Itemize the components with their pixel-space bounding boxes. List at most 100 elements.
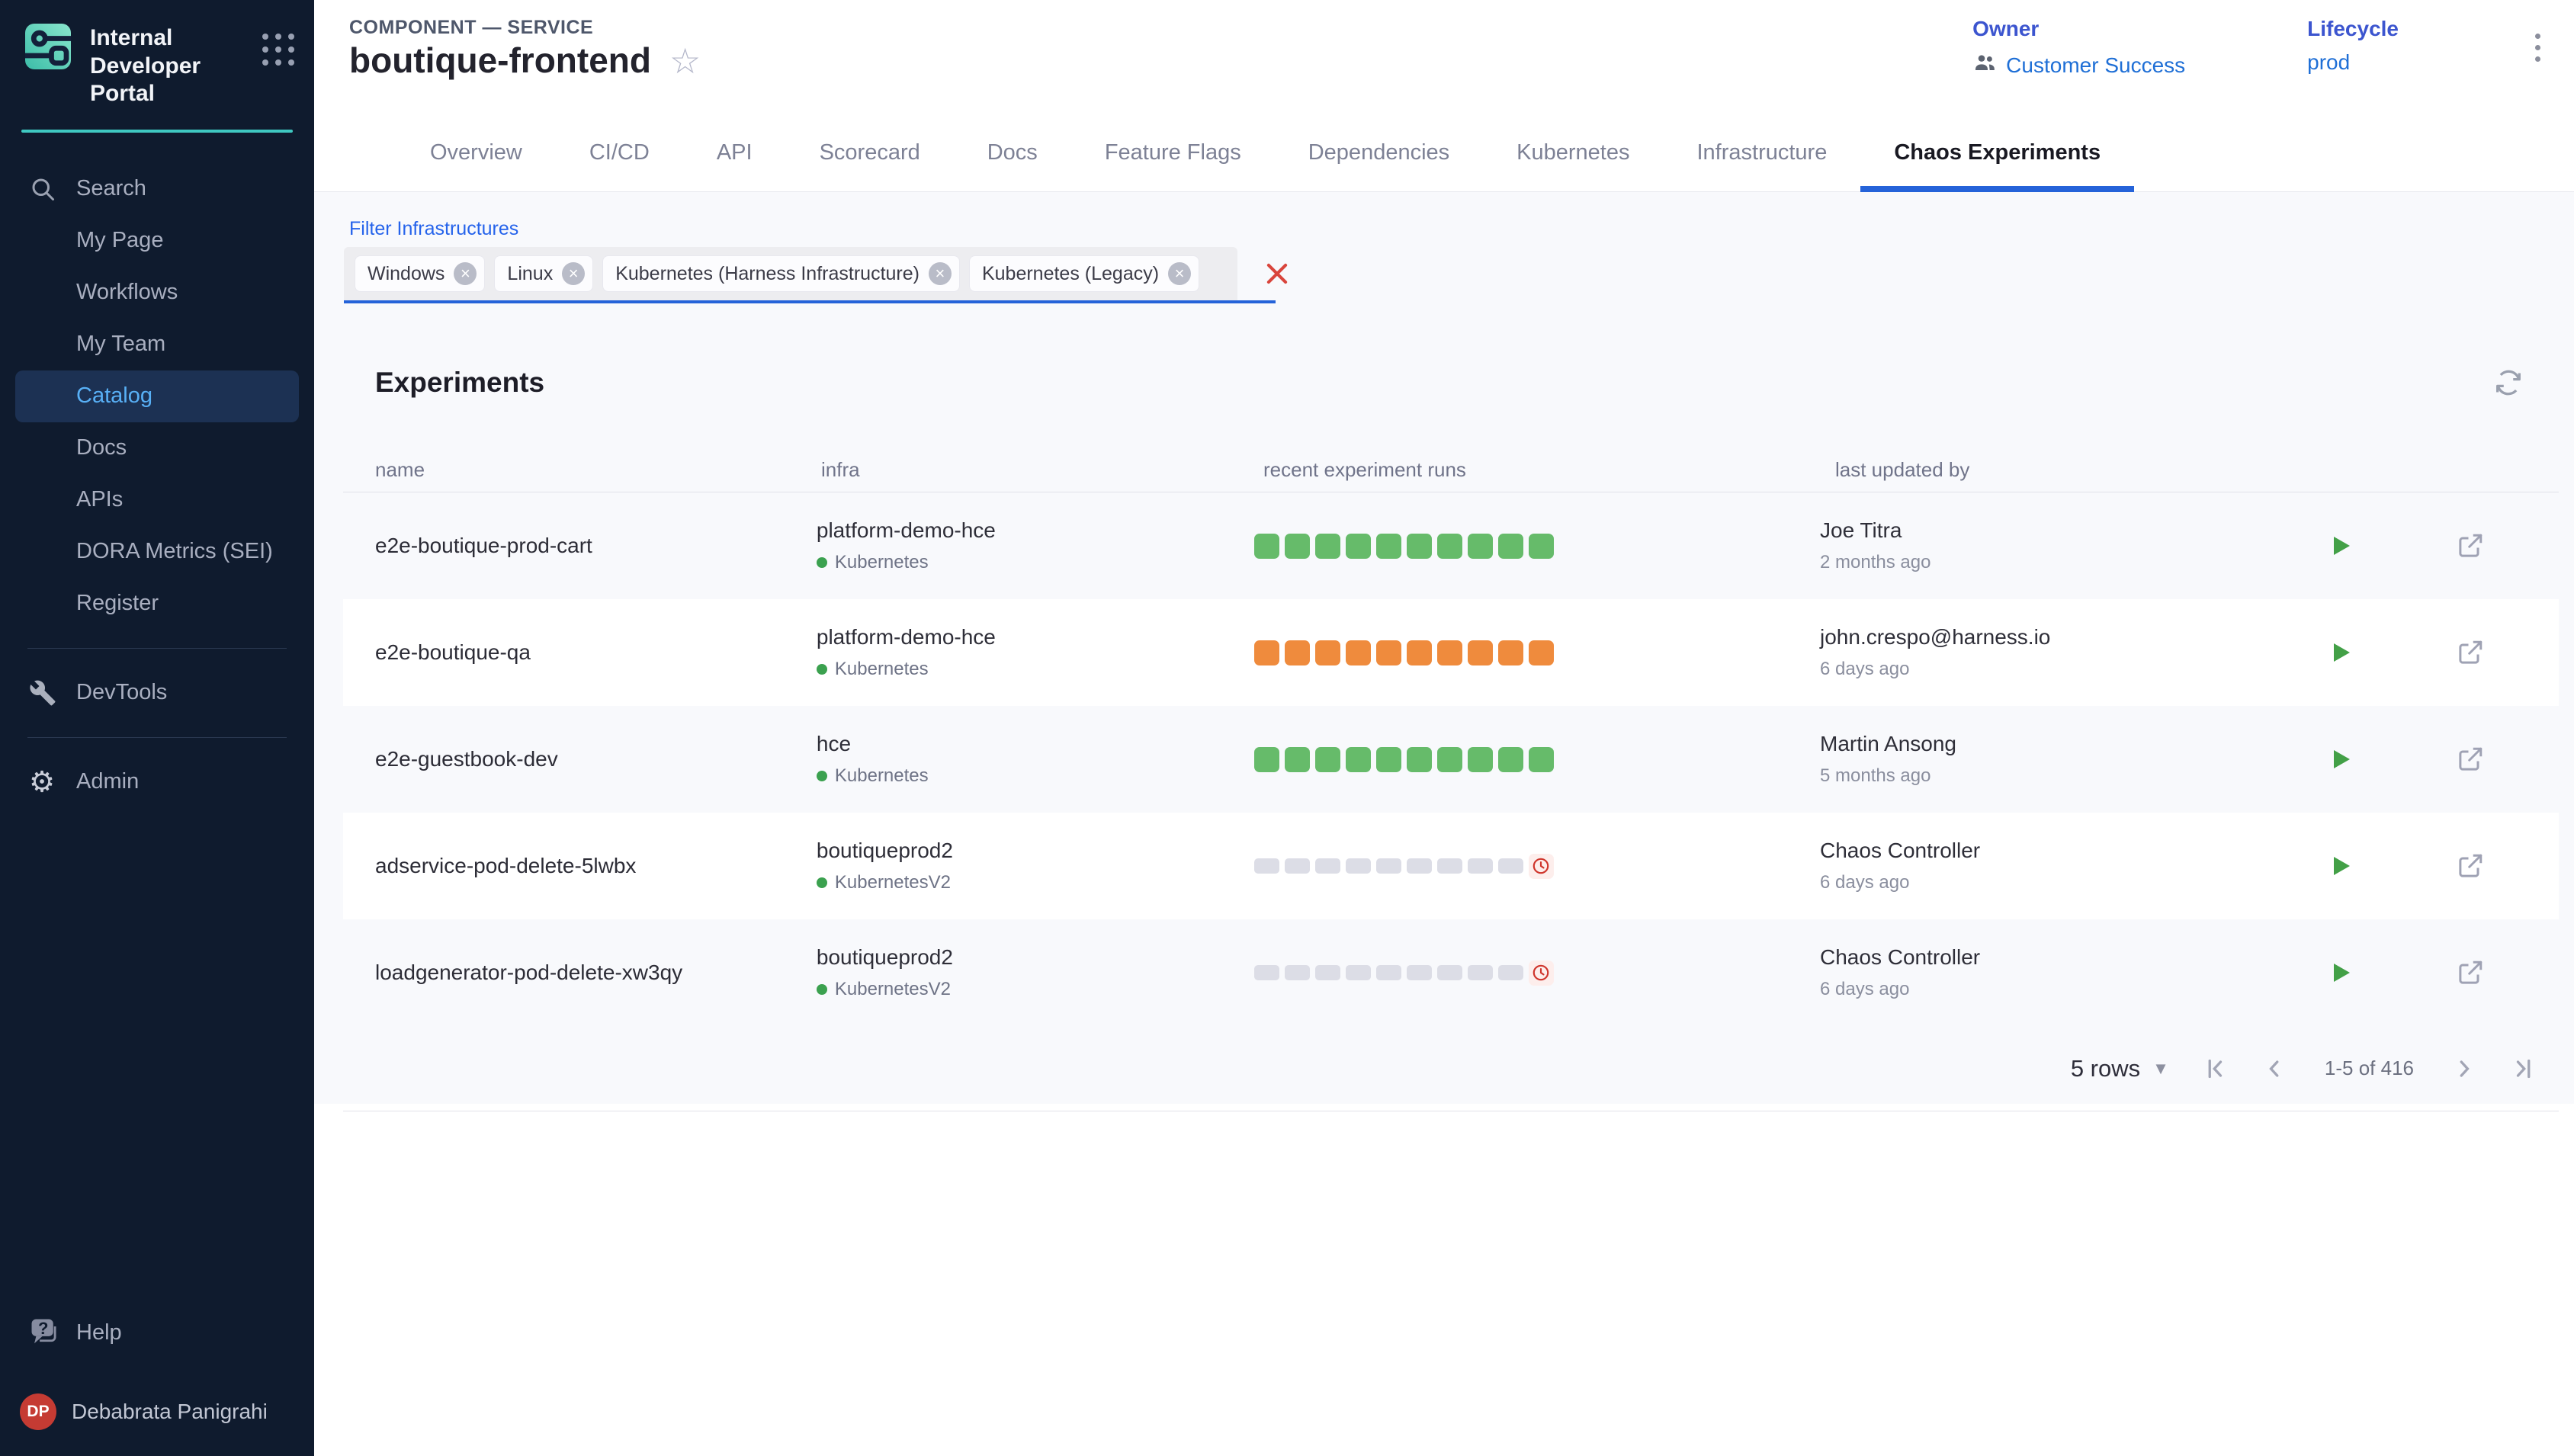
sidebar-item-register[interactable]: Register [15,578,299,630]
run-status-square[interactable] [1407,965,1432,980]
run-status-square[interactable] [1285,747,1310,772]
open-experiment-icon[interactable] [2455,957,2486,988]
chip-remove-icon[interactable]: × [929,262,952,285]
run-status-square[interactable] [1529,640,1554,665]
run-status-square[interactable] [1254,747,1279,772]
run-status-square[interactable] [1285,640,1310,665]
run-status-square[interactable] [1468,640,1493,665]
tab-feature-flags[interactable]: Feature Flags [1071,119,1275,192]
sidebar-item-workflows[interactable]: Workflows [15,267,299,319]
run-status-square[interactable] [1498,965,1523,980]
run-experiment-button[interactable] [2327,852,2354,880]
first-page-icon[interactable] [2201,1055,2229,1082]
run-pending-clock-icon[interactable] [1529,854,1554,879]
run-status-square[interactable] [1529,747,1554,772]
run-status-square[interactable] [1346,534,1371,559]
tab-infrastructure[interactable]: Infrastructure [1663,119,1860,192]
run-status-square[interactable] [1346,747,1371,772]
previous-page-icon[interactable] [2261,1055,2288,1082]
run-status-square[interactable] [1437,965,1462,980]
run-status-square[interactable] [1498,747,1523,772]
filter-infrastructures-label[interactable]: Filter Infrastructures [349,218,518,240]
sidebar-item-help[interactable]: ? Help [15,1307,299,1358]
run-status-square[interactable] [1285,858,1310,874]
run-status-square[interactable] [1315,858,1340,874]
run-status-square[interactable] [1285,534,1310,559]
sidebar-item-apis[interactable]: APIs [15,474,299,526]
run-status-square[interactable] [1315,640,1340,665]
run-status-square[interactable] [1376,640,1401,665]
owner-link[interactable]: Customer Success [1972,50,2185,80]
run-experiment-button[interactable] [2327,959,2354,986]
sidebar-item-docs[interactable]: Docs [15,422,299,474]
run-status-square[interactable] [1468,965,1493,980]
sidebar-item-search[interactable]: Search [15,163,299,215]
run-status-square[interactable] [1346,965,1371,980]
run-status-square[interactable] [1376,858,1401,874]
run-status-square[interactable] [1376,534,1401,559]
run-status-square[interactable] [1468,858,1493,874]
run-status-square[interactable] [1376,965,1401,980]
run-status-square[interactable] [1376,747,1401,772]
run-status-square[interactable] [1315,965,1340,980]
tab-docs[interactable]: Docs [954,119,1071,192]
run-experiment-button[interactable] [2327,746,2354,773]
tab-api[interactable]: API [683,119,786,192]
tab-overview[interactable]: Overview [396,119,556,192]
run-status-square[interactable] [1254,640,1279,665]
run-status-square[interactable] [1407,640,1432,665]
sidebar-item-my-team[interactable]: My Team [15,319,299,370]
sidebar-item-my-page[interactable]: My Page [15,215,299,267]
kebab-menu-icon[interactable] [2535,34,2540,62]
run-status-square[interactable] [1437,747,1462,772]
user-menu[interactable]: DP Debabrata Panigrahi [0,1393,314,1430]
open-experiment-icon[interactable] [2455,531,2486,561]
tab-kubernetes[interactable]: Kubernetes [1483,119,1663,192]
chip-remove-icon[interactable]: × [562,262,585,285]
run-pending-clock-icon[interactable] [1529,961,1554,986]
run-status-square[interactable] [1285,965,1310,980]
run-status-square[interactable] [1529,534,1554,559]
run-status-square[interactable] [1498,534,1523,559]
run-status-square[interactable] [1498,640,1523,665]
sidebar-item-dora-metrics-sei[interactable]: DORA Metrics (SEI) [15,526,299,578]
last-page-icon[interactable] [2510,1055,2537,1082]
sidebar-item-catalog[interactable]: Catalog [15,370,299,422]
run-status-square[interactable] [1254,965,1279,980]
infrastructure-filter-input[interactable]: Windows×Linux×Kubernetes (Harness Infras… [344,247,1237,300]
next-page-icon[interactable] [2450,1055,2478,1082]
clear-filters-icon[interactable] [1263,259,1292,288]
rows-per-page-select[interactable]: 5 rows ▼ [2071,1055,2169,1082]
tab-dependencies[interactable]: Dependencies [1275,119,1483,192]
run-status-square[interactable] [1468,534,1493,559]
run-status-square[interactable] [1407,747,1432,772]
open-experiment-icon[interactable] [2455,851,2486,881]
tab-ci-cd[interactable]: CI/CD [556,119,683,192]
run-status-square[interactable] [1437,640,1462,665]
sidebar-item-admin[interactable]: ⚙ Admin [15,756,299,808]
run-status-square[interactable] [1407,858,1432,874]
run-status-square[interactable] [1346,640,1371,665]
tab-chaos-experiments[interactable]: Chaos Experiments [1860,119,2134,192]
open-experiment-icon[interactable] [2455,744,2486,775]
run-status-square[interactable] [1437,534,1462,559]
run-status-square[interactable] [1254,534,1279,559]
run-status-square[interactable] [1468,747,1493,772]
chip-remove-icon[interactable]: × [454,262,477,285]
favorite-star-icon[interactable]: ☆ [669,43,701,79]
run-status-square[interactable] [1315,747,1340,772]
chip-remove-icon[interactable]: × [1168,262,1191,285]
run-experiment-button[interactable] [2327,532,2354,560]
refresh-icon[interactable] [2492,366,2525,399]
open-experiment-icon[interactable] [2455,637,2486,668]
run-status-square[interactable] [1254,858,1279,874]
run-experiment-button[interactable] [2327,639,2354,666]
run-status-square[interactable] [1315,534,1340,559]
run-status-square[interactable] [1437,858,1462,874]
run-status-square[interactable] [1407,534,1432,559]
run-status-square[interactable] [1346,858,1371,874]
tab-scorecard[interactable]: Scorecard [786,119,954,192]
apps-grid-icon[interactable] [262,34,294,66]
sidebar-item-devtools[interactable]: DevTools [15,667,299,719]
run-status-square[interactable] [1498,858,1523,874]
